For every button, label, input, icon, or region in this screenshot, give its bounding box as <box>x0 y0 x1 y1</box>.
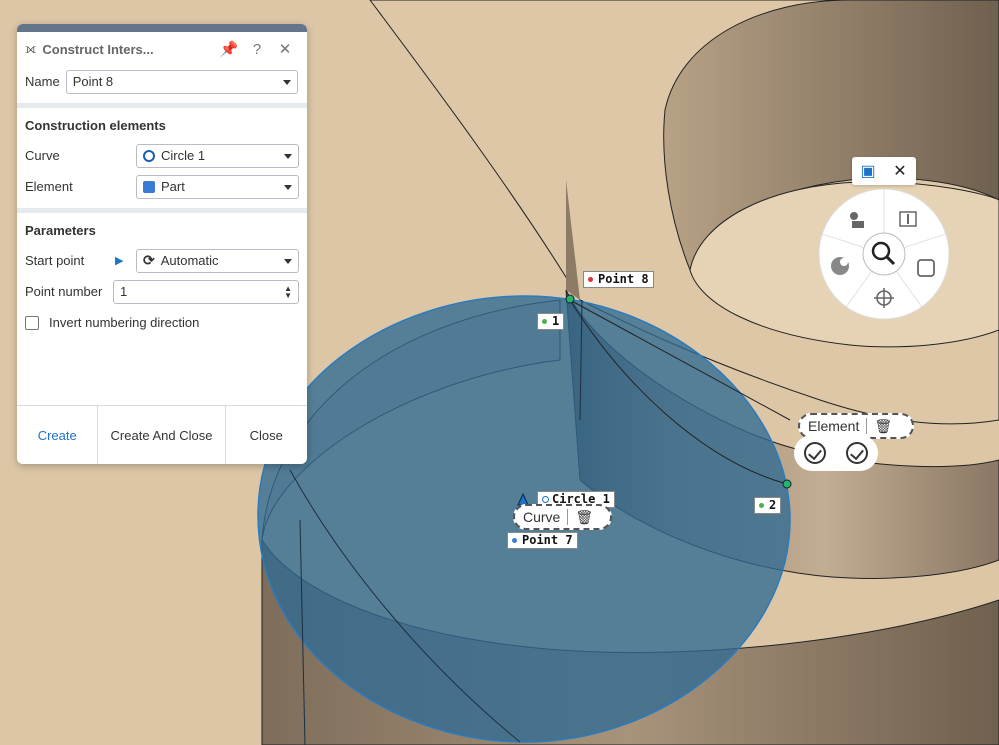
play-icon[interactable]: ▶ <box>115 254 136 267</box>
close-icon[interactable]: ✕ <box>271 40 299 58</box>
trash-icon[interactable]: 🗑 <box>575 509 593 526</box>
close-icon[interactable]: ✕ <box>884 161 916 181</box>
confirm-toolbar <box>794 435 878 471</box>
refresh-icon: ⟳ <box>143 252 155 268</box>
check-circle-icon[interactable] <box>804 442 826 464</box>
element-label: Element <box>25 179 73 194</box>
point-icon <box>588 277 593 282</box>
name-label: Name <box>25 74 60 89</box>
point-number-input[interactable]: 1 ▲ ▼ <box>113 279 299 304</box>
parameters-title: Parameters <box>25 223 96 238</box>
point-icon <box>512 538 517 543</box>
element-select[interactable]: Part <box>136 174 299 199</box>
chevron-down-icon <box>284 258 292 264</box>
point-number-label: Point number <box>25 284 103 299</box>
create-button[interactable]: Create <box>17 406 99 464</box>
name-row: Name Point 8 <box>17 66 307 97</box>
point-8-tag[interactable]: Point 8 <box>583 271 654 288</box>
curve-bubble-label: Curve <box>523 509 561 525</box>
radial-view-menu <box>818 188 950 320</box>
point-icon <box>542 319 547 324</box>
intersection-icon: ⟗ <box>25 41 37 56</box>
curve-row: Curve Circle 1 <box>17 140 307 171</box>
curve-label: Curve <box>25 148 60 163</box>
trash-icon[interactable]: 🗑 <box>874 418 892 435</box>
start-point-value: Automatic <box>160 253 219 268</box>
point-number-row: Point number 1 ▲ ▼ <box>17 276 307 307</box>
point-number-1-label: 1 <box>552 314 560 328</box>
view-menu-header: ▣ ✕ <box>852 157 916 185</box>
panel-header: ⟗ Construct Inters... 📌 ? ✕ <box>17 32 307 66</box>
point-1-marker[interactable] <box>565 294 575 304</box>
chevron-down-icon <box>284 184 292 190</box>
start-point-label: Start point <box>25 253 85 268</box>
element-row: Element Part <box>17 171 307 202</box>
panel-footer: Create Create And Close Close <box>17 405 307 464</box>
render-mode-icon[interactable] <box>831 257 849 275</box>
start-point-row: Start point ▶ ⟳ Automatic <box>17 245 307 276</box>
element-value: Part <box>161 179 185 194</box>
point-7-tag[interactable]: Point 7 <box>507 532 578 549</box>
point-number-2-label: 2 <box>769 498 777 512</box>
check-circle-icon[interactable] <box>846 442 868 464</box>
point-8-label: Point 8 <box>598 272 649 286</box>
point-7-label: Point 7 <box>522 533 573 547</box>
name-field[interactable]: Point 8 <box>65 69 298 94</box>
chevron-down-icon <box>284 153 292 159</box>
invert-checkbox[interactable] <box>25 315 39 330</box>
start-point-select[interactable]: ⟳ Automatic <box>136 248 299 273</box>
panel-drag-bar[interactable] <box>17 24 307 32</box>
invert-row: Invert numbering direction <box>17 307 307 338</box>
name-value: Point 8 <box>72 74 114 89</box>
point-number-value: 1 <box>120 284 128 299</box>
curve-value: Circle 1 <box>161 148 206 163</box>
circle-icon <box>542 496 549 503</box>
pin-icon[interactable]: 📌 <box>215 40 243 58</box>
curve-selection-bubble[interactable]: Curve 🗑 <box>513 504 612 530</box>
point-number-1-tag[interactable]: 1 <box>537 313 565 330</box>
construction-elements-title: Construction elements <box>25 118 166 133</box>
panel-title: Construct Inters... <box>42 41 154 57</box>
stepper-icon[interactable]: ▲ ▼ <box>284 284 292 299</box>
point-2-marker[interactable] <box>782 479 792 489</box>
point-icon <box>759 503 764 508</box>
construct-intersection-panel: ⟗ Construct Inters... 📌 ? ✕ Name Point 8… <box>17 24 307 464</box>
create-and-close-button[interactable]: Create And Close <box>98 406 226 464</box>
part-icon <box>143 180 155 193</box>
fit-view-icon[interactable]: ▣ <box>852 161 884 181</box>
curve-select[interactable]: Circle 1 <box>136 143 299 168</box>
circle-icon <box>143 149 155 162</box>
point-number-2-tag[interactable]: 2 <box>754 497 782 514</box>
element-bubble-label: Element <box>808 418 860 434</box>
invert-label: Invert numbering direction <box>49 315 200 330</box>
chevron-down-icon <box>282 79 291 85</box>
close-button[interactable]: Close <box>226 406 307 464</box>
help-button[interactable]: ? <box>243 41 271 58</box>
